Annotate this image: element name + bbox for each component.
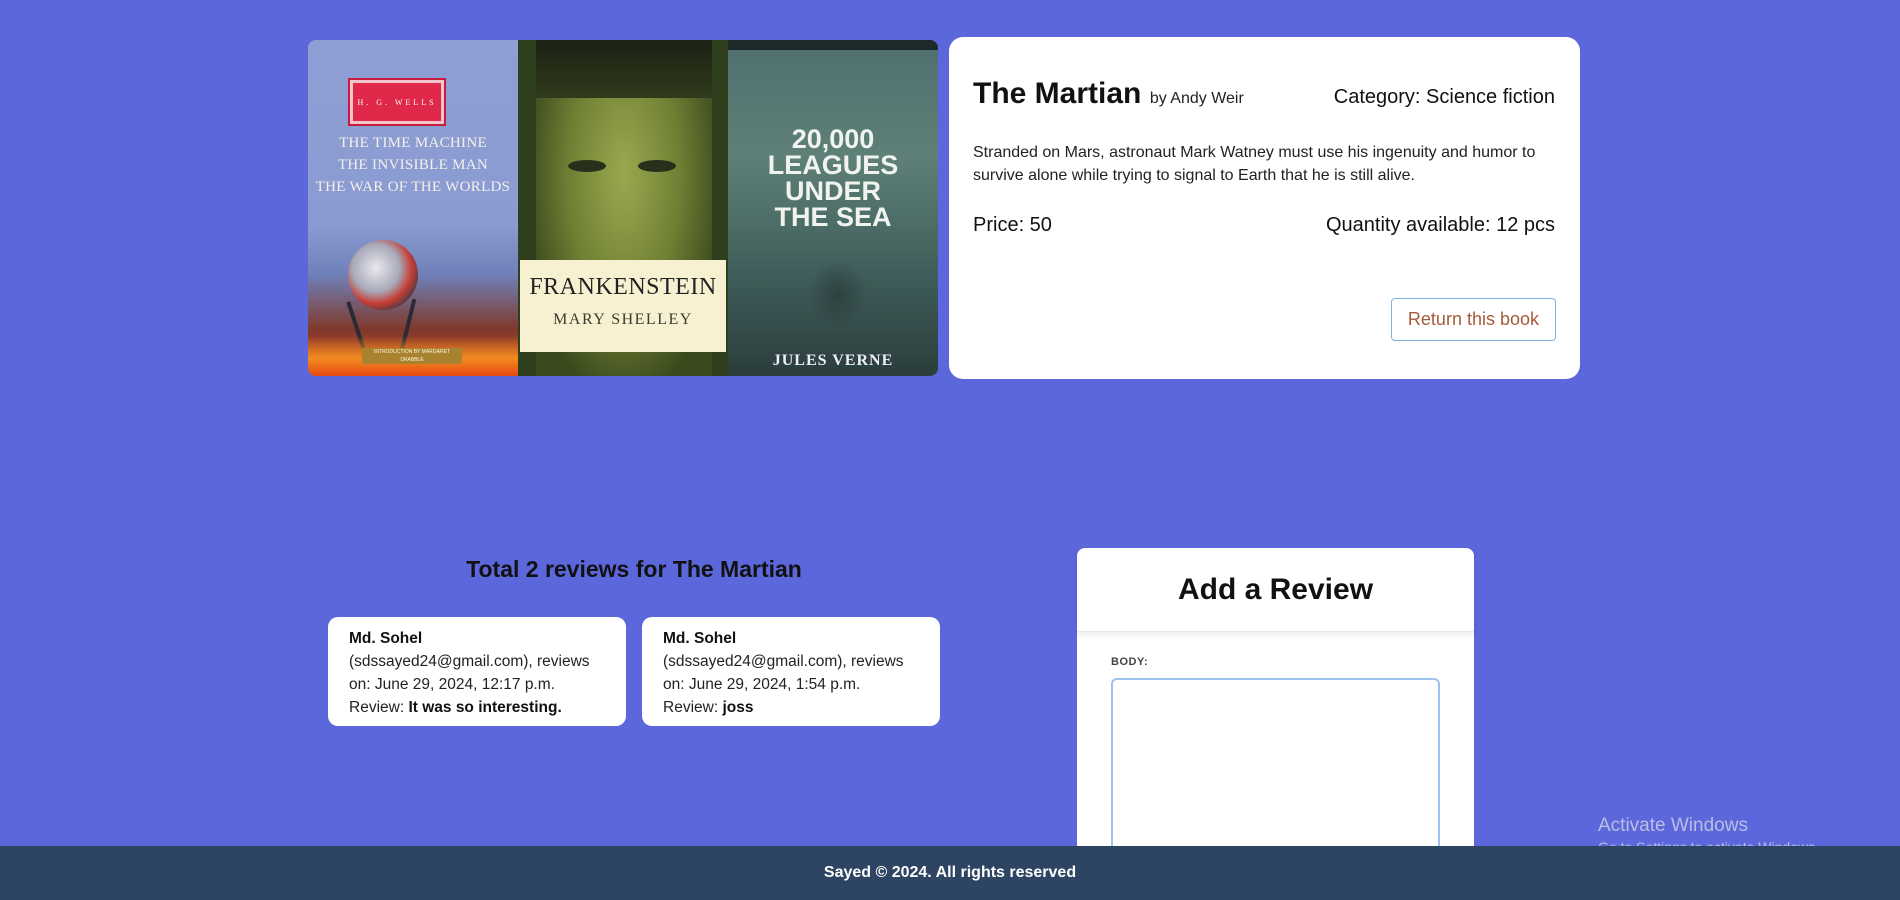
book-title: The Martian	[973, 77, 1142, 110]
review-text: It was so interesting.	[408, 699, 562, 716]
book-price: Price: 50	[973, 214, 1052, 236]
review-text: joss	[722, 699, 754, 716]
reviewer-name: Md. Sohel	[349, 630, 423, 647]
review-meta: (sdssayed24@gmail.com), reviews on: June…	[349, 653, 590, 693]
cover-titles: THE TIME MACHINE THE INVISIBLE MAN THE W…	[315, 135, 511, 195]
book-covers-image: H. G. WELLS THE TIME MACHINE THE INVISIB…	[308, 40, 938, 376]
review-card: Md. Sohel (sdssayed24@gmail.com), review…	[642, 617, 940, 726]
cover-intro: INTRODUCTION BY MARGARET DRABBLE	[362, 348, 462, 364]
book-author: by Andy Weir	[1149, 90, 1244, 107]
tripod-machine-art	[348, 240, 418, 310]
cover-author-plate: H. G. WELLS	[348, 78, 446, 126]
divers-art	[808, 260, 868, 330]
add-review-title: Add a Review	[1077, 548, 1474, 632]
book-detail-card: The Martian by Andy Weir Category: Scien…	[949, 37, 1580, 379]
body-label: BODY:	[1111, 656, 1149, 668]
review-meta: (sdssayed24@gmail.com), reviews on: June…	[663, 653, 904, 693]
footer-text: Sayed © 2024. All rights reserved	[823, 864, 1077, 881]
cover-wells: H. G. WELLS THE TIME MACHINE THE INVISIB…	[308, 40, 518, 376]
return-book-button[interactable]: Return this book	[1390, 298, 1556, 341]
book-header: The Martian by Andy Weir Category: Scien…	[973, 77, 1555, 111]
cover-twenty-thousand-leagues: 20,000 LEAGUES UNDER THE SEA JULES VERNE	[728, 40, 938, 376]
book-quantity: Quantity available: 12 pcs	[1325, 214, 1555, 236]
reviewer-name: Md. Sohel	[663, 630, 737, 647]
cover-title: 20,000 LEAGUES UNDER THE SEA	[767, 124, 899, 232]
book-meta: Price: 50 Quantity available: 12 pcs	[973, 214, 1555, 237]
book-category: Category: Science fiction	[1333, 86, 1555, 108]
book-description: Stranded on Mars, astronaut Mark Watney …	[973, 144, 1536, 184]
cover-label: FRANKENSTEIN MARY SHELLEY	[520, 260, 726, 352]
review-label: Review:	[349, 699, 409, 716]
reviews-title: Total 2 reviews for The Martian	[466, 556, 802, 582]
footer: Sayed © 2024. All rights reserved	[0, 846, 1900, 900]
review-card: Md. Sohel (sdssayed24@gmail.com), review…	[328, 617, 626, 726]
cover-author: JULES VERNE	[772, 352, 894, 369]
cover-author: MARY SHELLEY	[553, 311, 693, 328]
cover-title: FRANKENSTEIN	[529, 274, 717, 300]
cover-frankenstein: FRANKENSTEIN MARY SHELLEY	[518, 40, 728, 376]
review-label: Review:	[663, 699, 723, 716]
